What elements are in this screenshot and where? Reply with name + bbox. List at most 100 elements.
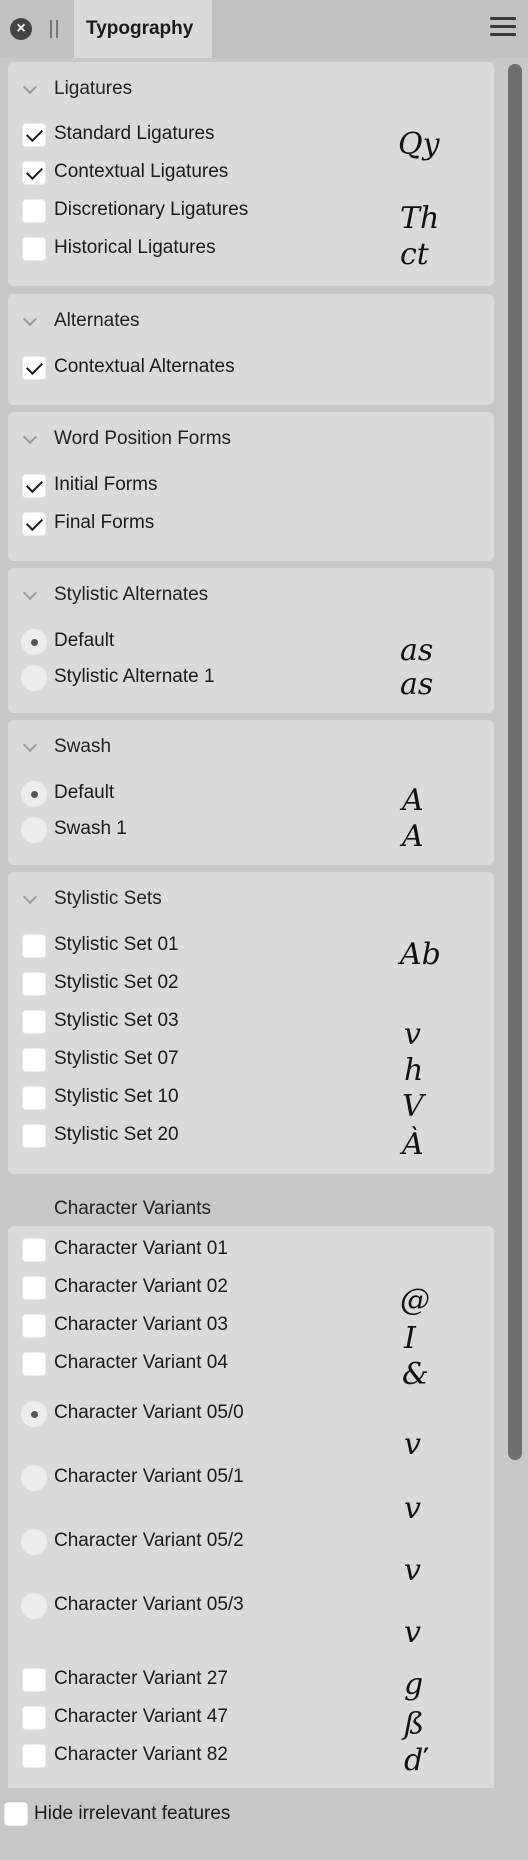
stylistic-set-02-option[interactable]: Stylistic Set 02 (8, 968, 494, 1000)
checkbox[interactable] (22, 199, 46, 223)
word-position-forms-header[interactable]: Word Position Forms (8, 420, 494, 458)
chevron-down-icon (22, 737, 38, 753)
checkbox[interactable] (22, 1238, 46, 1262)
checkbox[interactable] (22, 1744, 46, 1768)
checkbox[interactable] (4, 1802, 28, 1826)
glyph-preview: v (404, 1615, 421, 1650)
option-label: Character Variant 47 (54, 1706, 228, 1727)
checkbox[interactable] (22, 512, 46, 536)
option-label: Character Variant 03 (54, 1314, 228, 1335)
checkbox[interactable] (22, 1086, 46, 1110)
option-label: Character Variant 05/2 (54, 1530, 244, 1551)
checkbox[interactable] (22, 1668, 46, 1692)
section-title: Swash (54, 736, 112, 757)
checkbox[interactable] (22, 1706, 46, 1730)
chevron-down-icon (22, 79, 38, 95)
checkbox[interactable] (22, 161, 46, 185)
radio-button[interactable] (21, 1593, 47, 1619)
grip-icon[interactable] (50, 20, 58, 38)
alternates-header[interactable]: Alternates (8, 302, 494, 340)
option-label: Stylistic Set 01 (54, 934, 179, 955)
radio-button[interactable] (21, 1401, 47, 1427)
radio-button[interactable] (21, 781, 47, 807)
checkbox[interactable] (22, 1124, 46, 1148)
radio-button[interactable] (21, 1465, 47, 1491)
glyph-preview: À (402, 1127, 424, 1162)
checkbox[interactable] (22, 1048, 46, 1072)
swash-header[interactable]: Swash (8, 728, 494, 766)
character-variant-05-1-option[interactable]: Character Variant 05/1 (8, 1462, 494, 1494)
option-label: Character Variant 05/0 (54, 1402, 244, 1423)
section-title: Word Position Forms (54, 428, 232, 449)
glyph-preview: A (402, 819, 424, 854)
character-variants-header[interactable]: Character Variants (0, 1190, 494, 1226)
option-label: Character Variant 27 (54, 1668, 228, 1689)
option-label: Hide irrelevant features (34, 1803, 231, 1824)
section-title: Stylistic Alternates (54, 584, 209, 605)
section-title: Character Variants (54, 1198, 211, 1219)
character-variant-01-option[interactable]: Character Variant 01 (8, 1234, 494, 1266)
glyph-preview: v (404, 1017, 421, 1052)
chevron-down-icon (22, 311, 38, 327)
section-title: Ligatures (54, 78, 133, 99)
radio-button[interactable] (21, 817, 47, 843)
close-icon[interactable]: × (10, 18, 32, 40)
glyph-preview: g (404, 1667, 424, 1702)
radio-button[interactable] (21, 629, 47, 655)
stylistic-sets-header[interactable]: Stylistic Sets (8, 880, 494, 918)
option-label: Historical Ligatures (54, 237, 216, 258)
checkbox[interactable] (22, 972, 46, 996)
glyph-preview: as (400, 667, 434, 702)
panel-title-bar: × Typography (0, 0, 528, 58)
initial-forms-option[interactable]: Initial Forms (8, 470, 494, 502)
checkbox[interactable] (22, 1314, 46, 1338)
option-label: Character Variant 02 (54, 1276, 228, 1297)
checkbox[interactable] (22, 123, 46, 147)
option-label: Stylistic Set 02 (54, 972, 179, 993)
radio-button[interactable] (21, 665, 47, 691)
checkbox[interactable] (22, 356, 46, 380)
glyph-preview: Ab (400, 937, 441, 972)
glyph-preview: v (404, 1491, 421, 1526)
checkbox[interactable] (22, 1010, 46, 1034)
final-forms-option[interactable]: Final Forms (8, 508, 494, 540)
character-variant-05-3-option[interactable]: Character Variant 05/3 (8, 1590, 494, 1622)
contextual-alternates-option[interactable]: Contextual Alternates (8, 352, 494, 384)
radio-button[interactable] (21, 1529, 47, 1555)
option-label: Contextual Alternates (54, 356, 235, 377)
scrollbar-thumb[interactable] (508, 64, 522, 1460)
option-label: Character Variant 05/1 (54, 1466, 244, 1487)
checkbox[interactable] (22, 474, 46, 498)
glyph-preview: ß (404, 1707, 425, 1742)
character-variant-05-0-option[interactable]: Character Variant 05/0 (8, 1398, 494, 1430)
alternates-section: Alternates Contextual Alternates (8, 294, 494, 405)
panel-footer: Hide irrelevant features (0, 1788, 528, 1860)
checkbox[interactable] (22, 237, 46, 261)
stylistic-set-03-option[interactable]: Stylistic Set 03 (8, 1006, 494, 1038)
glyph-preview: ct (400, 237, 429, 272)
glyph-preview: Qy (398, 127, 440, 162)
word-position-forms-section: Word Position Forms Initial Forms Final … (8, 412, 494, 561)
glyph-preview: h (404, 1053, 424, 1088)
option-label: Character Variant 82 (54, 1744, 228, 1765)
hide-irrelevant-features-option[interactable]: Hide irrelevant features (0, 1788, 528, 1826)
option-label: Stylistic Alternate 1 (54, 666, 215, 687)
chevron-down-icon (22, 889, 38, 905)
option-label: Stylistic Set 10 (54, 1086, 179, 1107)
character-variant-05-2-option[interactable]: Character Variant 05/2 (8, 1526, 494, 1558)
tab-typography[interactable]: Typography (74, 0, 212, 58)
option-label: Character Variant 05/3 (54, 1594, 244, 1615)
hamburger-menu-icon[interactable] (490, 17, 516, 39)
chevron-down-icon (22, 429, 38, 445)
stylistic-sets-section: Stylistic Sets Stylistic Set 01 Stylisti… (8, 872, 494, 1174)
ligatures-header[interactable]: Ligatures (8, 70, 494, 108)
stylistic-alternates-header[interactable]: Stylistic Alternates (8, 576, 494, 614)
checkbox[interactable] (22, 1352, 46, 1376)
glyph-preview: as (400, 633, 434, 668)
checkbox[interactable] (22, 1276, 46, 1300)
stylistic-alternates-section: Stylistic Alternates Default Stylistic A… (8, 568, 494, 713)
glyph-preview: I (404, 1321, 416, 1356)
glyph-preview: ď (404, 1743, 424, 1778)
option-label: Stylistic Set 20 (54, 1124, 179, 1145)
checkbox[interactable] (22, 934, 46, 958)
